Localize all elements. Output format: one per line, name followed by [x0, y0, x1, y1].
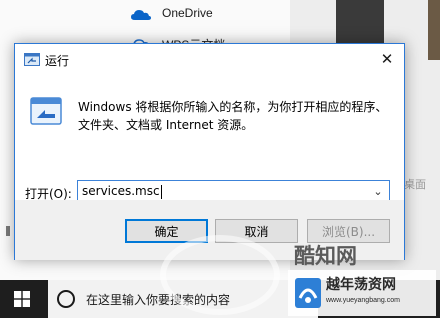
watermark-ring [160, 235, 280, 315]
search-circle-icon [57, 290, 75, 308]
dialog-body: Windows 将根据你所输入的名称，为你打开相应的程序、文件夹、文档或 Int… [15, 74, 404, 204]
run-program-icon [30, 97, 62, 125]
background-marker [6, 226, 10, 236]
onedrive-cloud-icon [131, 10, 151, 20]
windows-start-icon [14, 291, 30, 307]
watermark-logo-url: www.yueyangbang.com [326, 297, 400, 304]
watermark-logo-icon [295, 278, 321, 308]
chevron-down-icon[interactable]: ⌄ [371, 184, 385, 200]
run-dialog: 运行 ✕ Windows 将根据你所输入的名称，为你打开相应的程序、文件夹、文档… [14, 43, 405, 260]
start-button[interactable] [0, 280, 44, 318]
open-input-value: services.msc [82, 184, 160, 198]
title-bar[interactable]: 运行 ✕ [15, 44, 404, 74]
watermark-logo: 越年荡资网 www.yueyangbang.com [288, 270, 436, 316]
close-button[interactable]: ✕ [370, 44, 404, 74]
close-icon: ✕ [380, 50, 394, 68]
dialog-description: Windows 将根据你所输入的名称，为你打开相应的程序、文件夹、文档或 Int… [78, 100, 388, 132]
text-caret [160, 184, 162, 199]
watermark-logo-name: 越年荡资网 [326, 277, 396, 293]
watermark-brand: 酷知网 [294, 244, 357, 268]
window-title: 运行 [45, 54, 70, 68]
nav-item-onedrive[interactable]: OneDrive [162, 6, 213, 20]
thumbnail-photo-edge [428, 0, 440, 60]
open-input[interactable]: services.msc [82, 184, 362, 200]
run-app-icon [24, 53, 40, 66]
